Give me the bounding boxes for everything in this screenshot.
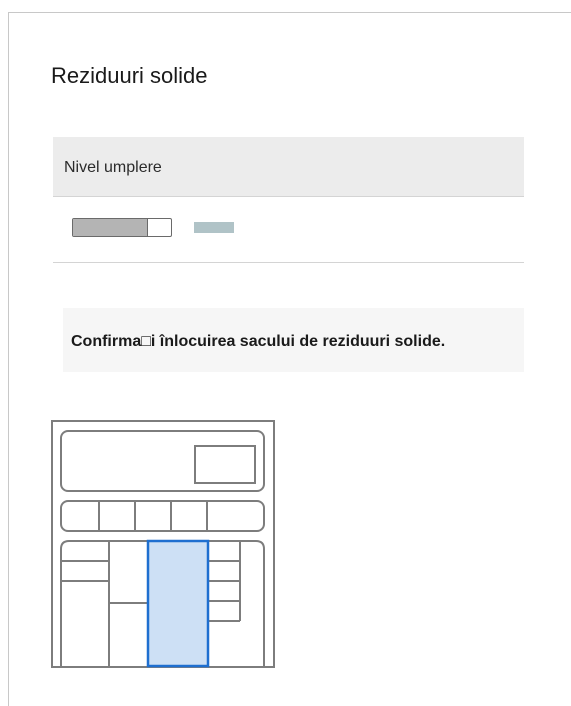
diagram-display-box [194, 445, 256, 484]
fill-level-header: Nivel umplere [53, 137, 524, 197]
frame-top-border [8, 12, 571, 13]
confirmation-message-text: Confirma□i înlocuirea sacului de reziduu… [71, 333, 446, 350]
fill-level-row [53, 198, 524, 263]
fill-level-header-label: Nivel umplere [64, 159, 162, 176]
diagram-middle-row [60, 500, 265, 532]
fill-level-bar [72, 218, 172, 237]
fill-level-bar-fill [73, 219, 148, 236]
solid-waste-bag-compartment-highlight [146, 539, 210, 668]
confirmation-message-box: Confirma□i înlocuirea sacului de reziduu… [63, 308, 524, 372]
page-title: Reziduuri solide [51, 63, 208, 88]
frame-left-border [8, 12, 9, 706]
appliance-compartment-diagram-icon [51, 420, 275, 668]
fill-level-status-indicator [194, 222, 234, 233]
